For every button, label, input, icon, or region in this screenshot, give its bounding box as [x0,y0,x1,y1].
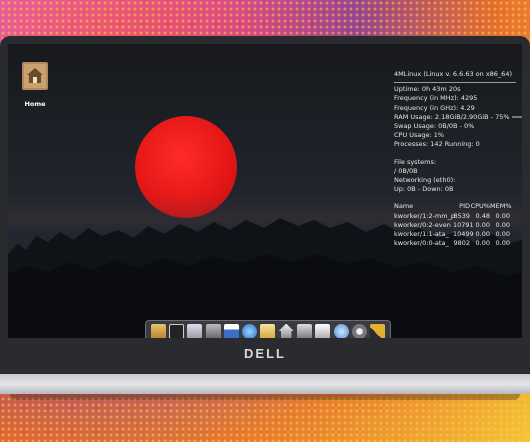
home-icon[interactable] [278,323,294,338]
swap-usage-text: Swap Usage: 0B/0B - 0% [394,122,475,131]
ram-usage-row: RAM Usage: 2.18GiB/2.90GiB - 75% [394,112,522,122]
browser-icon[interactable] [242,323,258,338]
files-icon[interactable] [150,323,166,338]
proc-pid: 9802 [453,239,470,248]
process-row: kworker/1:2-mm_p8539 0.48 0.00 [394,212,516,221]
proc-pid: 10791 [453,220,474,229]
processes-text: Processes: 142 Running: 0 [394,140,480,149]
col-mem: MEM% [490,202,512,211]
laptop-lid: Home 4MLinux (Linux v. 6.6.63 on x86_64)… [0,36,530,374]
home-icon-label[interactable]: Home [18,100,52,108]
laptop-base [0,374,530,394]
proc-cpu: 0.00 [475,230,490,239]
proc-name: kworker/0:0-ata_ [394,239,449,248]
cpu-usage-text: CPU Usage: 1% [394,131,445,140]
uptime-text: Uptime: 0h 43m 20s [394,85,461,94]
proc-pid: 8539 [453,211,470,220]
col-cpu: CPU% [470,202,490,211]
divider [394,82,516,84]
proc-mem: 0.00 [495,220,510,229]
conky-system-monitor: 4MLinux (Linux v. 6.6.63 on x86_64) Upti… [394,70,522,248]
fs-root-text: / 0B/0B [394,166,418,175]
editor-icon[interactable] [187,323,203,338]
dell-logo: DELL [244,346,286,361]
process-row: kworker/0:0-ata_ 9802 0.00 0.00 [394,239,516,248]
laptop-shadow [10,394,520,400]
proc-cpu: 0.00 [475,239,490,248]
photo-icon[interactable] [315,323,331,338]
proc-name: kworker/1:2-mm_p [394,211,455,220]
freq-ghz-text: Frequency (in GHz): 4.29 [394,103,475,112]
networking-label: Networking (eth0): [394,176,456,185]
home-folder-icon[interactable] [20,58,50,92]
ram-usage-bar [511,115,522,118]
freq-mhz-text: Frequency (in MHz): 4295 [394,94,478,103]
network-icon[interactable] [333,323,349,338]
proc-pid: 10499 [453,230,474,239]
proc-name: kworker/0:2-even [394,220,451,229]
calendar-icon[interactable] [223,323,239,338]
proc-mem: 0.00 [495,211,510,220]
col-pid: PID [459,202,470,211]
proc-cpu: 0.48 [475,211,490,220]
col-name: Name [394,202,414,211]
proc-cpu: 0.00 [475,220,490,229]
ram-usage-text: RAM Usage: 2.18GiB/2.90GiB - 75% [394,112,510,121]
terminal-icon[interactable] [168,323,184,338]
desktop-screen: Home 4MLinux (Linux v. 6.6.63 on x86_64)… [8,44,522,338]
conky-title: 4MLinux (Linux v. 6.6.63 on x86_64) [394,70,512,78]
proc-mem: 0.00 [495,239,510,248]
mail-icon[interactable] [260,323,276,338]
filesystems-label: File systems: [394,157,437,166]
process-row: kworker/1:1-ata_ 10499 0.00 0.00 [394,230,516,239]
proc-name: kworker/1:1-ata_ [394,230,449,239]
media-icon[interactable] [297,323,313,338]
tools-icon[interactable] [370,323,386,338]
net-updown-text: Up: 0B - Down: 0B [394,185,454,194]
process-row: kworker/0:2-even 10791 0.00 0.00 [394,221,516,230]
settings-icon[interactable] [351,323,367,338]
calculator-icon[interactable] [205,323,221,338]
proc-mem: 0.00 [495,230,510,239]
process-table-header: Name PIDCPU%MEM% [394,202,516,211]
application-dock [145,320,391,338]
